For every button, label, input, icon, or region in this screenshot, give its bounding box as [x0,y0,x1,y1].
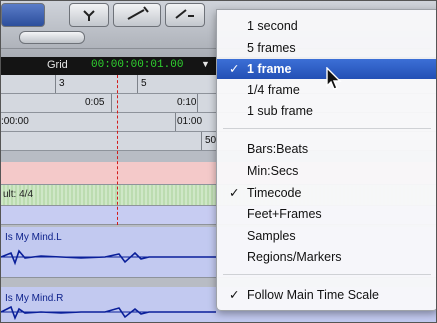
menu-item-1-sub-frame[interactable]: 1 sub frame [217,101,436,121]
checkmark-icon: ✓ [229,62,240,76]
menu-item-follow-main-time-scale[interactable]: ✓ Follow Main Time Scale [217,285,436,305]
menu-item-label: Timecode [247,186,302,200]
ruler-label: 01:00 [177,116,203,127]
menu-item-label: Min:Secs [247,164,299,178]
menu-separator [223,128,431,129]
waveform-right [1,305,216,321]
edit-window: Grid 00:00:00:01.00 ▼ 3 5 0:05 0:10 :00:… [0,0,437,323]
ruler-tick [201,132,202,150]
ruler-label: :00:00 [1,116,29,127]
menu-item-samples[interactable]: Samples [217,226,436,246]
menu-item-label: 1 sub frame [247,104,314,118]
waveform-left [1,249,216,266]
menu-item-label: Follow Main Time Scale [247,288,379,302]
grid-value[interactable]: 00:00:00:01.00 [91,59,183,71]
menu-item-label: 1 second [247,19,298,33]
ruler-tick [175,113,176,131]
ruler-tick [55,75,56,93]
menu-item-timecode[interactable]: ✓ Timecode [217,183,436,203]
menu-item-feet-frames[interactable]: Feet+Frames [217,204,436,224]
ruler-label: 3 [59,78,65,89]
meter-label: ult: 4/4 [3,189,34,200]
trim-icon [83,10,95,21]
grid-label: Grid [47,59,68,71]
ruler-tick [111,94,112,112]
ruler-label: 0:10 [177,97,197,108]
pencil-icon [127,6,149,20]
menu-item-bars-beats[interactable]: Bars:Beats [217,139,436,159]
menu-item-label: 1 frame [247,62,292,76]
menu-item-label: Regions/Markers [247,250,342,264]
edit-mode-button-b[interactable] [69,3,109,27]
menu-item-label: Bars:Beats [247,142,309,156]
menu-item-min-secs[interactable]: Min:Secs [217,161,436,181]
ruler-label: 50 [205,135,217,146]
checkmark-icon: ✓ [229,288,240,302]
mouse-pointer-icon [326,67,342,90]
menu-item-label: 5 frames [247,41,296,55]
checkmark-icon: ✓ [229,186,240,200]
ruler-tick [197,94,198,112]
menu-separator [223,274,431,275]
edit-mode-button-d[interactable] [165,3,205,27]
smart-tool-icon [175,9,194,19]
ruler-label: 0:05 [85,97,105,108]
menu-item-5-frames[interactable]: 5 frames [217,38,436,58]
edit-mode-button-c[interactable] [113,3,161,27]
menu-item-1-second[interactable]: 1 second [217,16,436,36]
menu-item-regions-markers[interactable]: Regions/Markers [217,247,436,267]
menu-item-label: Samples [247,229,296,243]
zoom-slider[interactable] [19,31,85,44]
menu-item-label: Feet+Frames [247,207,322,221]
ruler-tick [137,75,138,93]
edit-mode-button-a[interactable] [1,3,45,27]
playhead-line [117,75,118,225]
ruler-label: 5 [141,78,147,89]
grid-value-menu: 1 second 5 frames ✓ 1 frame 1/4 frame 1 … [216,9,436,311]
grid-dropdown-arrow-icon[interactable]: ▼ [201,59,210,69]
menu-item-label: 1/4 frame [247,83,300,97]
